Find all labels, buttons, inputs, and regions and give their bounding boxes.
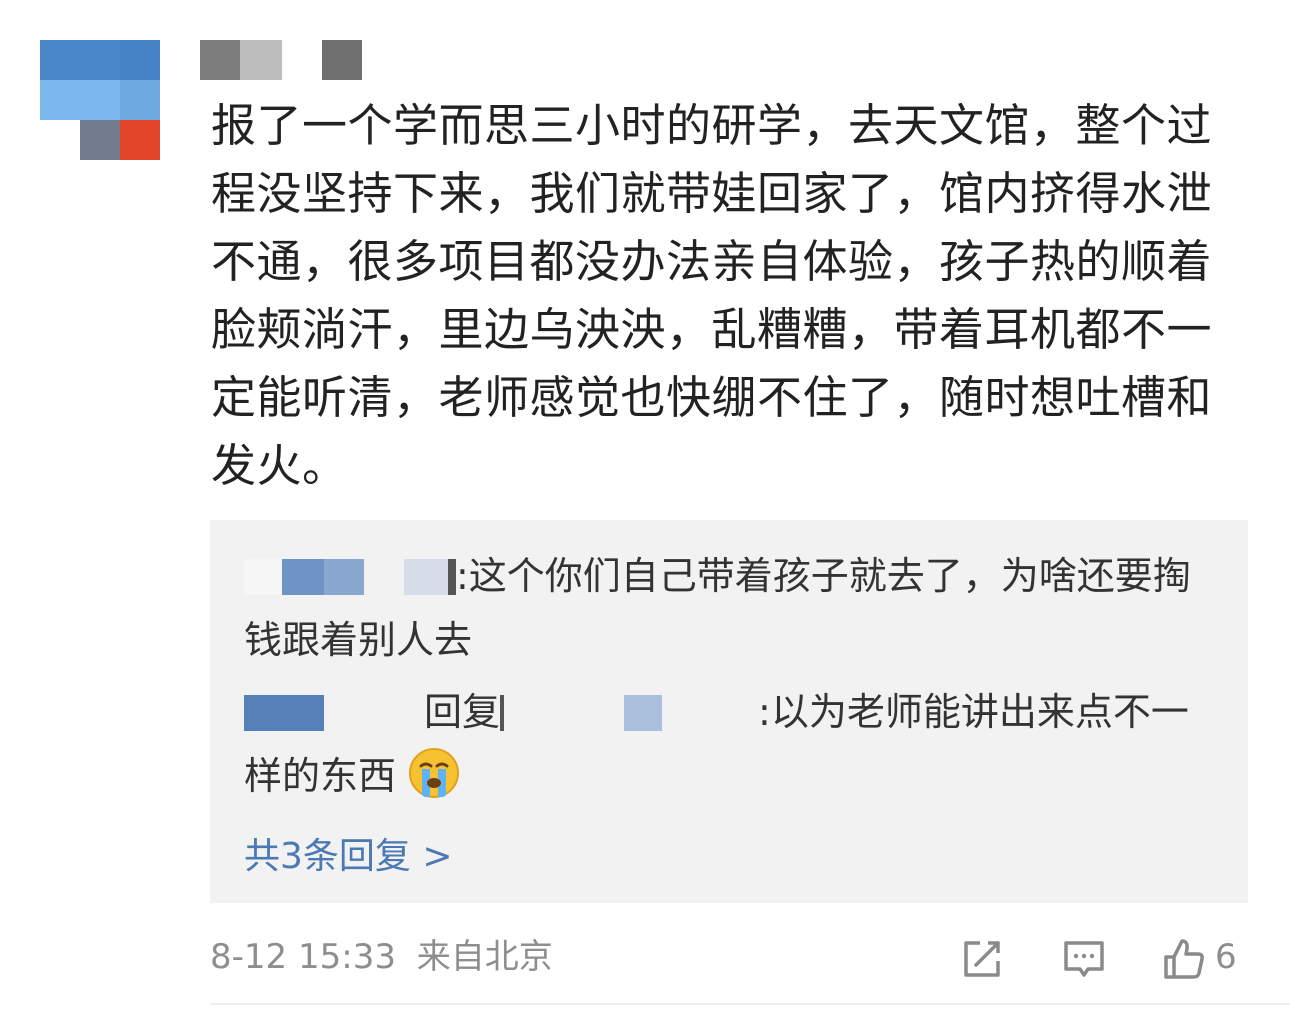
divider [210, 1003, 1290, 1005]
reply-author-blur [282, 559, 324, 595]
reply-item[interactable]: :这个你们自己带着孩子就去了，为啥还要掏钱跟着别人去 [244, 544, 1224, 672]
username-obscured[interactable] [200, 40, 400, 80]
thumbs-up-icon[interactable] [1162, 937, 1206, 981]
avatar-pixel [120, 80, 160, 120]
avatar-pixel [120, 120, 160, 160]
username-blur-block [200, 40, 240, 80]
share-icon[interactable] [960, 937, 1004, 981]
reply-author-blur [324, 559, 364, 595]
reply-author-blur [448, 559, 456, 595]
comment-location: 来自北京 [416, 937, 553, 977]
reply-target-blur [500, 695, 505, 731]
avatar-pixel [80, 80, 120, 120]
comment-icon[interactable] [1062, 937, 1106, 981]
reply-item[interactable]: 回复:以为老师能讲出来点不一样的东西 [244, 680, 1224, 808]
view-all-replies-link[interactable]: 共3条回复 > [244, 825, 453, 889]
comment-body: 报了一个学而思三小时的研学，去天文馆，整个过程没坚持下来，我们就带娃回家了，馆内… [211, 99, 1213, 492]
comment-card: 报了一个学而思三小时的研学，去天文馆，整个过程没坚持下来，我们就带娃回家了，馆内… [0, 0, 1290, 1009]
comment-footer: 8-12 15:33 来自北京 6 [210, 935, 1270, 979]
replies-panel: :这个你们自己带着孩子就去了，为啥还要掏钱跟着别人去 回复:以为老师能讲出来点不… [210, 520, 1248, 903]
crying-face-icon [409, 748, 460, 798]
reply-author-blur [404, 559, 448, 595]
avatar-pixel [40, 80, 80, 120]
avatar-pixel [40, 40, 80, 80]
username-blur-block [240, 40, 282, 80]
avatar-pixel [120, 40, 160, 80]
reply-word: 回复 [424, 690, 501, 734]
reply-author-blur [244, 559, 282, 595]
avatar[interactable] [40, 40, 162, 162]
reply-text: :这个你们自己带着孩子就去了，为啥还要掏钱跟着别人去 [244, 554, 1191, 662]
avatar-pixel [80, 40, 120, 80]
comment-datetime: 8-12 15:33 [210, 937, 396, 977]
reply-text: :以为老师能讲出来点不一样的东西 [244, 690, 1189, 798]
reply-author-blur [244, 695, 324, 731]
username-blur-block [322, 40, 362, 80]
like-count: 6 [1215, 937, 1237, 977]
comment-meta: 8-12 15:33 来自北京 [210, 935, 553, 979]
avatar-pixel [80, 120, 120, 160]
reply-target-blur [624, 695, 663, 731]
